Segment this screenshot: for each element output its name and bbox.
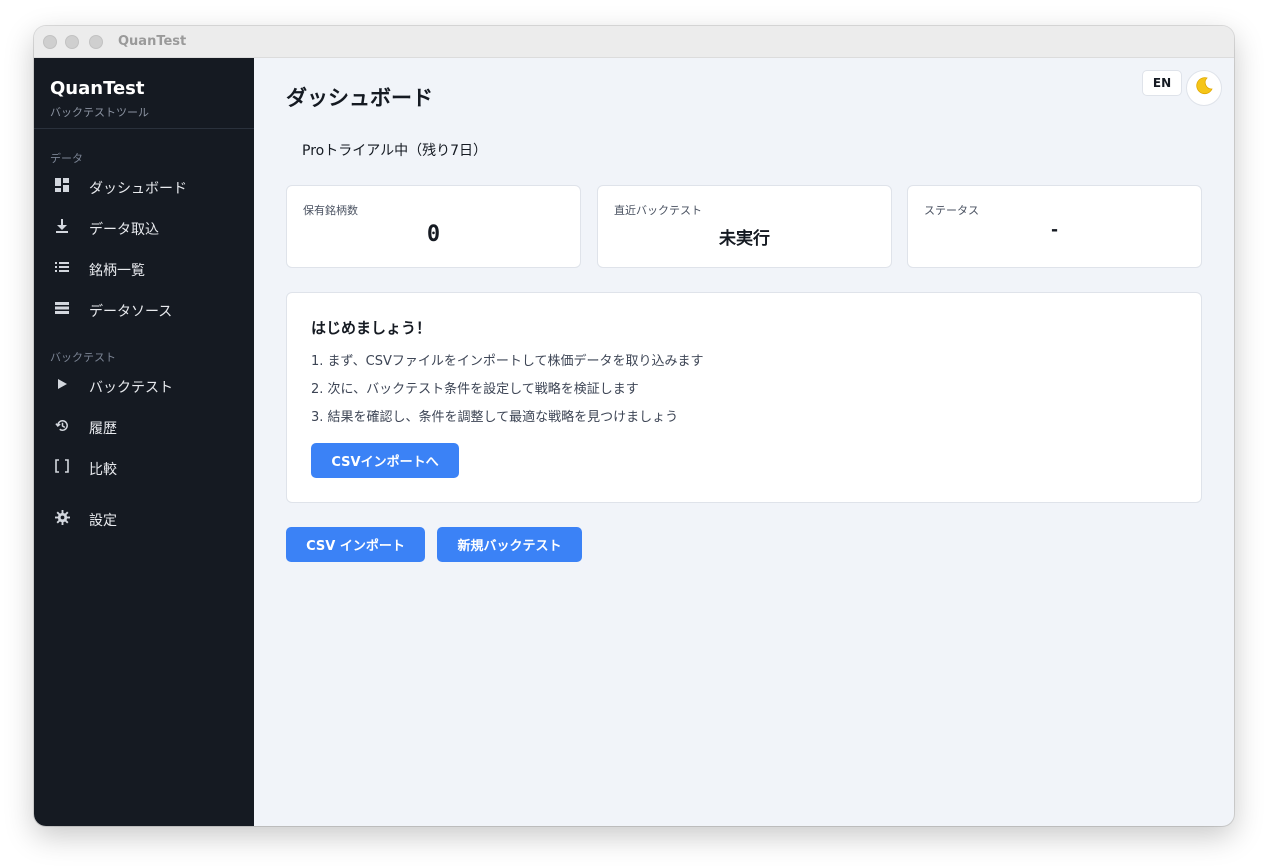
sidebar-item-label: 履歴 <box>89 421 117 437</box>
stat-value: 未実行 <box>719 229 770 249</box>
minimize-window-button[interactable] <box>65 35 79 49</box>
stat-label: 直近バックテスト <box>614 204 702 217</box>
stat-label: 保有銘柄数 <box>303 204 358 217</box>
sidebar-divider <box>34 128 254 129</box>
theme-toggle-button[interactable] <box>1186 70 1222 106</box>
sidebar-item-label: ダッシュボード <box>89 181 187 197</box>
language-toggle-button[interactable]: EN <box>1142 70 1182 96</box>
brand: QuanTest バックテストツール <box>50 78 149 120</box>
stat-value: 0 <box>426 222 441 247</box>
list-icon <box>53 258 71 276</box>
download-icon <box>53 217 71 235</box>
guide-step: 3. 結果を確認し、条件を調整して最適な戦略を見つけましょう <box>311 410 679 425</box>
go-to-csv-import-button[interactable]: CSVインポートへ <box>311 443 459 478</box>
play-icon <box>53 375 71 393</box>
guide-step: 1. まず、CSVファイルをインポートして株価データを取り込みます <box>311 354 704 369</box>
title-bar: QuanTest <box>34 26 1234 58</box>
page-title: ダッシュボード <box>286 86 433 110</box>
stat-card-holdings: 保有銘柄数 0 <box>286 185 581 268</box>
sidebar-item-history[interactable]: 履歴 <box>34 410 254 444</box>
moon-icon <box>1194 76 1214 100</box>
sidebar-item-label: 比較 <box>89 462 117 478</box>
zoom-window-button[interactable] <box>89 35 103 49</box>
getting-started-card: はじめましょう！ 1. まず、CSVファイルをインポートして株価データを取り込み… <box>286 292 1202 503</box>
gear-icon <box>53 508 71 526</box>
guide-title: はじめましょう！ <box>311 319 432 337</box>
sidebar-item-label: データ取込 <box>89 222 159 238</box>
sidebar-item-label: 設定 <box>89 513 117 529</box>
sidebar-item-label: データソース <box>89 304 173 320</box>
sidebar: QuanTest バックテストツール データ ダッシュボード データ取込 銘柄一… <box>34 58 254 826</box>
sidebar-item-data-source[interactable]: データソース <box>34 293 254 327</box>
sidebar-item-compare[interactable]: 比較 <box>34 451 254 485</box>
history-icon <box>53 416 71 434</box>
csv-import-button[interactable]: CSV インポート <box>286 527 425 562</box>
sidebar-item-symbol-list[interactable]: 銘柄一覧 <box>34 252 254 286</box>
app-window: QuanTest QuanTest バックテストツール データ ダッシュボード … <box>34 26 1234 826</box>
guide-step: 2. 次に、バックテスト条件を設定して戦略を検証します <box>311 382 639 397</box>
sidebar-item-data-import[interactable]: データ取込 <box>34 211 254 245</box>
stat-label: ステータス <box>924 204 979 217</box>
brackets-icon <box>53 457 71 475</box>
sidebar-item-dashboard[interactable]: ダッシュボード <box>34 170 254 204</box>
sidebar-section-backtest: バックテスト <box>50 351 116 364</box>
stat-value: - <box>1050 220 1059 240</box>
sidebar-item-label: 銘柄一覧 <box>89 263 145 279</box>
dashboard-icon <box>53 176 71 194</box>
brand-title: QuanTest <box>50 78 145 99</box>
main-content: ダッシュボード EN Proトライアル中（残り7日） 保有銘柄数 0 直近バック… <box>254 58 1234 826</box>
sidebar-item-label: バックテスト <box>89 380 173 396</box>
stat-card-status: ステータス - <box>907 185 1202 268</box>
window-title: QuanTest <box>118 34 187 49</box>
sidebar-item-backtest[interactable]: バックテスト <box>34 369 254 403</box>
sidebar-section-data: データ <box>50 152 83 165</box>
sidebar-item-settings[interactable]: 設定 <box>34 502 254 536</box>
trial-status-text: Proトライアル中（残り7日） <box>302 143 487 159</box>
stat-card-last-backtest: 直近バックテスト 未実行 <box>597 185 892 268</box>
new-backtest-button[interactable]: 新規バックテスト <box>437 527 582 562</box>
close-window-button[interactable] <box>43 35 57 49</box>
brand-subtitle: バックテストツール <box>50 106 149 119</box>
storage-icon <box>53 299 71 317</box>
